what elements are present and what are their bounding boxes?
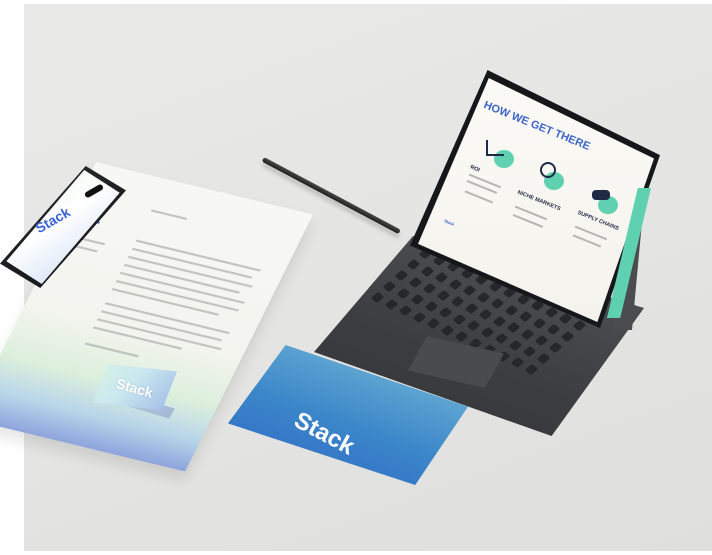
handshake-icon <box>592 190 610 200</box>
network-icon <box>540 162 556 178</box>
chart-icon <box>486 140 504 156</box>
